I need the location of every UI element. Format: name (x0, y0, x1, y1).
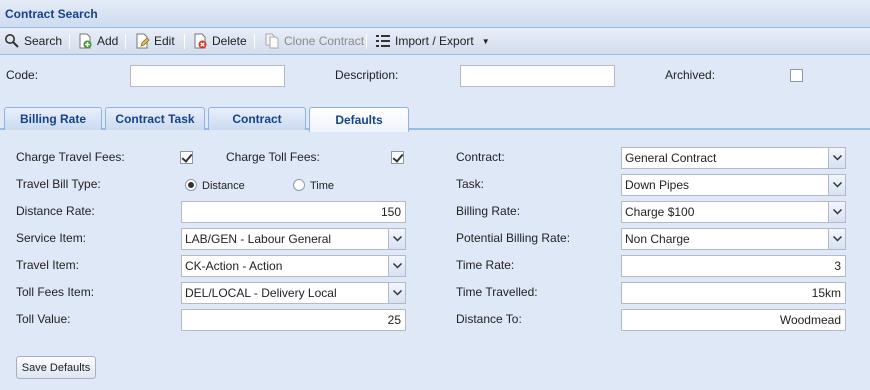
billing-rate-value: Charge $100 (625, 205, 695, 219)
contract-value: General Contract (625, 151, 717, 165)
tab-strip: Billing Rate Contract Task Contract Defa… (0, 105, 870, 132)
search-button[interactable]: Search (4, 31, 62, 51)
billing-rate-select[interactable]: Charge $100 (621, 201, 846, 223)
add-label: Add (97, 34, 119, 48)
toolbar-separator (366, 34, 367, 49)
time-travelled-label: Time Travelled: (456, 285, 538, 299)
time-rate-input[interactable]: 3 (621, 255, 846, 277)
toll-value-label: Toll Value: (16, 312, 71, 326)
tab-contract-task[interactable]: Contract Task (105, 107, 205, 130)
potential-billing-rate-value: Non Charge (625, 232, 690, 246)
task-select[interactable]: Down Pipes (621, 174, 846, 196)
archived-label: Archived: (665, 68, 716, 82)
clone-contract-label: Clone Contract (284, 34, 365, 48)
toll-fees-item-label: Toll Fees Item: (16, 285, 95, 299)
charge-toll-fees-label: Charge Toll Fees: (226, 150, 320, 164)
delete-label: Delete (212, 34, 247, 48)
toolbar: Search Add Edit Delete Clone Contract Im… (0, 28, 870, 55)
time-travelled-input[interactable]: 15km (621, 282, 846, 304)
travel-item-value: CK-Action - Action (185, 259, 283, 273)
travel-item-label: Travel Item: (16, 258, 79, 272)
task-label: Task: (456, 177, 485, 191)
distance-to-input[interactable]: Woodmead (621, 309, 846, 331)
potential-billing-rate-select[interactable]: Non Charge (621, 228, 846, 250)
window-title: Contract Search (5, 7, 98, 21)
toll-fees-item-select[interactable]: DEL/LOCAL - Delivery Local (181, 282, 406, 304)
contract-search-panel: Contract Search Search Add Edit Delete C… (0, 0, 870, 390)
time-radio[interactable] (293, 179, 305, 191)
service-item-value: LAB/GEN - Labour General (185, 232, 332, 246)
defaults-form: Charge Travel Fees: Charge Toll Fees: Tr… (0, 131, 870, 390)
time-rate-label: Time Rate: (456, 258, 515, 272)
contract-select[interactable]: General Contract (621, 147, 846, 169)
code-label: Code: (6, 68, 39, 82)
toll-fees-item-value: DEL/LOCAL - Delivery Local (185, 286, 337, 300)
save-defaults-button[interactable]: Save Defaults (16, 356, 96, 379)
chevron-down-icon[interactable] (388, 229, 405, 249)
service-item-select[interactable]: LAB/GEN - Labour General (181, 228, 406, 250)
toolbar-separator (184, 34, 185, 49)
edit-document-icon (134, 33, 150, 49)
service-item-label: Service Item: (16, 231, 87, 245)
contract-label: Contract: (456, 150, 505, 164)
distance-rate-input[interactable]: 150 (181, 201, 406, 223)
search-label: Search (24, 34, 63, 48)
search-icon (4, 33, 20, 49)
chevron-down-icon[interactable] (388, 283, 405, 303)
tab-defaults[interactable]: Defaults (309, 107, 409, 132)
import-export-label: Import / Export (395, 34, 474, 48)
distance-to-label: Distance To: (456, 312, 522, 326)
toolbar-separator (254, 34, 255, 49)
tab-billing-rate[interactable]: Billing Rate (4, 107, 102, 130)
chevron-down-icon[interactable] (388, 256, 405, 276)
distance-radio-label: Distance (202, 180, 245, 192)
toolbar-separator (69, 34, 70, 49)
title-bar: Contract Search (0, 0, 870, 28)
toll-value-input[interactable]: 25 (181, 309, 406, 331)
edit-button[interactable]: Edit (134, 31, 175, 51)
time-radio-label: Time (310, 180, 335, 192)
delete-button[interactable]: Delete (192, 31, 247, 51)
import-export-button[interactable]: Import / Export ▼ (375, 31, 490, 51)
chevron-down-icon[interactable] (828, 202, 845, 222)
code-input[interactable] (130, 65, 285, 87)
task-value: Down Pipes (625, 178, 690, 192)
travel-item-select[interactable]: CK-Action - Action (181, 255, 406, 277)
charge-toll-fees-checkbox[interactable] (391, 151, 404, 164)
charge-travel-fees-label: Charge Travel Fees: (16, 150, 125, 164)
potential-billing-rate-label: Potential Billing Rate: (456, 231, 571, 245)
archived-checkbox[interactable] (790, 69, 803, 82)
description-input[interactable] (460, 65, 615, 87)
chevron-down-icon[interactable] (828, 148, 845, 168)
clone-contract-button[interactable]: Clone Contract (264, 31, 364, 51)
toolbar-separator (125, 34, 126, 49)
copy-icon (264, 33, 280, 49)
add-document-icon (77, 33, 93, 49)
distance-rate-label: Distance Rate: (16, 204, 95, 218)
chevron-down-icon: ▼ (481, 36, 490, 46)
tab-contract[interactable]: Contract (208, 107, 306, 130)
list-icon (375, 33, 391, 49)
description-label: Description: (335, 68, 399, 82)
charge-travel-fees-checkbox[interactable] (180, 151, 193, 164)
distance-radio[interactable] (185, 179, 197, 191)
chevron-down-icon[interactable] (828, 175, 845, 195)
delete-document-icon (192, 33, 208, 49)
edit-label: Edit (154, 34, 175, 48)
billing-rate-label: Billing Rate: (456, 204, 521, 218)
chevron-down-icon[interactable] (828, 229, 845, 249)
travel-bill-type-label: Travel Bill Type: (16, 177, 101, 191)
add-button[interactable]: Add (77, 31, 118, 51)
